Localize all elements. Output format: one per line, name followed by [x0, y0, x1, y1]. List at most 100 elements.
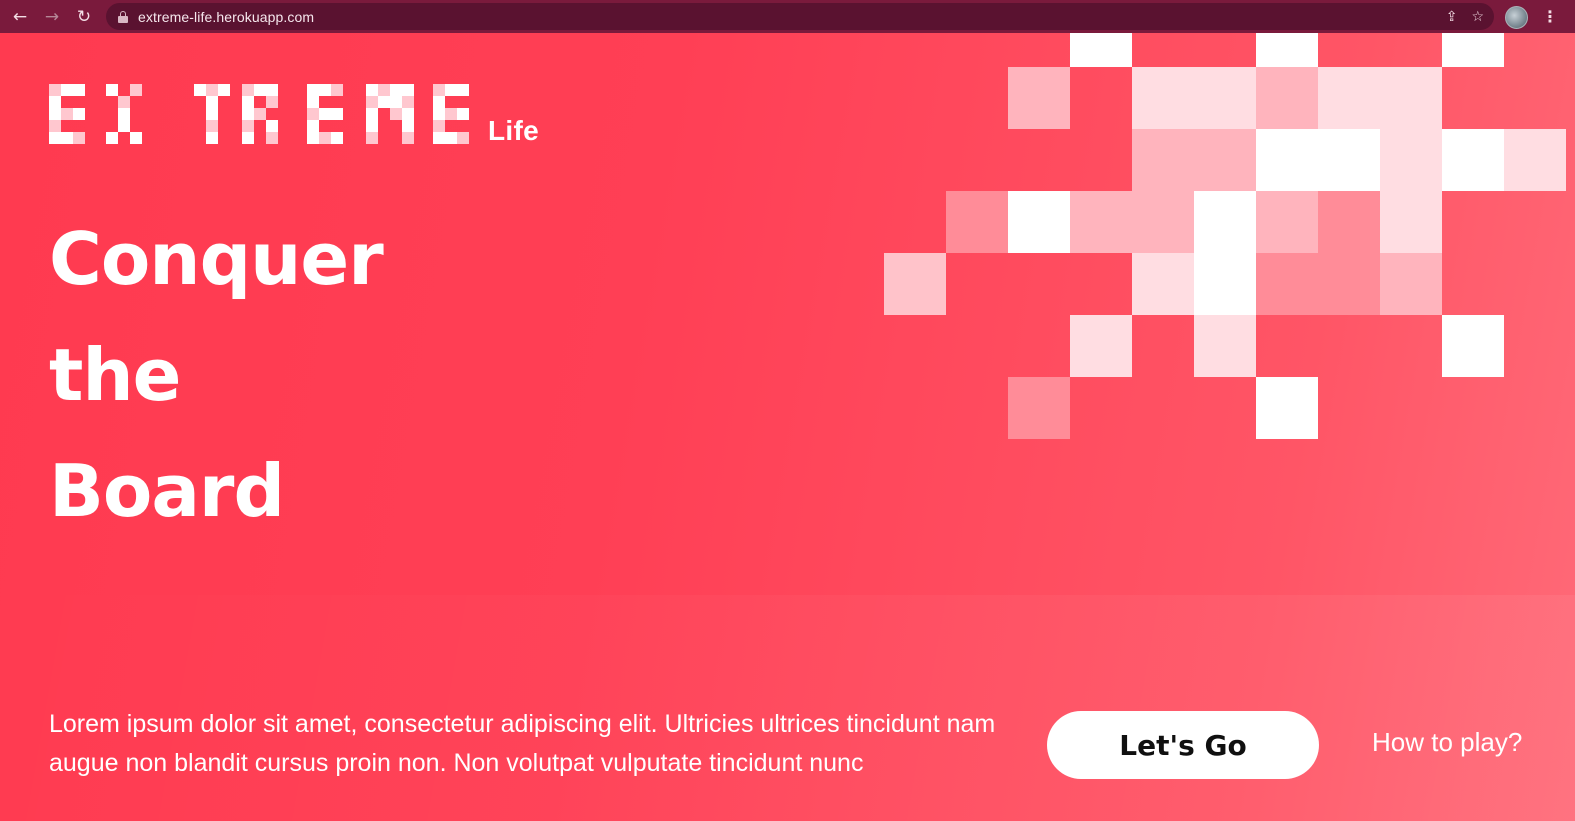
pixel-tile: [1380, 191, 1442, 253]
logo-pixel: [49, 120, 61, 132]
pixel-tile: [1008, 67, 1070, 129]
logo-pixel: [206, 96, 218, 108]
logo-pixel: [218, 84, 230, 96]
reload-button[interactable]: ↻: [68, 0, 100, 33]
logo-pixel: [266, 120, 278, 132]
logo-pixel: [445, 84, 457, 96]
pixel-tile: [1194, 253, 1256, 315]
logo-pixel: [118, 108, 130, 120]
logo-pixel: [319, 108, 331, 120]
logo: [49, 84, 539, 146]
pixel-tile: [1318, 191, 1380, 253]
how-to-play-link[interactable]: How to play?: [1372, 727, 1522, 758]
logo-pixel: [402, 132, 414, 144]
logo-pixel: [49, 132, 61, 144]
logo-pixel: [49, 96, 61, 108]
logo-pixel: [242, 108, 254, 120]
pixel-tile: [1256, 253, 1318, 315]
logo-pixel: [366, 132, 378, 144]
logo-pixel: [242, 96, 254, 108]
pixel-tile: [1132, 253, 1194, 315]
lets-go-button[interactable]: Let's Go: [1047, 711, 1319, 779]
logo-pixel: [266, 84, 278, 96]
back-button[interactable]: ←: [4, 0, 36, 33]
logo-pixel: [61, 108, 73, 120]
pixel-tile: [946, 191, 1008, 253]
logo-pixel: [366, 108, 378, 120]
headline-line-3: Board: [49, 449, 285, 533]
logo-pixel: [433, 108, 445, 120]
pixel-tile: [1194, 67, 1256, 129]
pixel-tile: [1256, 67, 1318, 129]
logo-pixel: [457, 108, 469, 120]
pixel-tile: [1256, 377, 1318, 439]
logo-pixel: [433, 132, 445, 144]
logo-pixel: [242, 84, 254, 96]
logo-pixel: [266, 132, 278, 144]
star-icon[interactable]: ☆: [1471, 9, 1484, 25]
pixel-tile: [1070, 315, 1132, 377]
pixel-tile: [1442, 129, 1504, 191]
pixel-tile: [1380, 253, 1442, 315]
logo-pixel: [130, 84, 142, 96]
pixel-tile: [1194, 191, 1256, 253]
logo-pixel: [49, 108, 61, 120]
forward-button[interactable]: →: [36, 0, 68, 33]
logo-pixel: [106, 132, 118, 144]
pixel-tile: [1132, 129, 1194, 191]
logo-pixel: [366, 120, 378, 132]
pixel-tile: [1008, 191, 1070, 253]
logo-pixel: [378, 96, 390, 108]
browser-toolbar: ← → ↻ extreme-life.herokuapp.com ⇪ ☆ ⋮: [0, 0, 1575, 33]
logo-pixel: [206, 120, 218, 132]
share-icon[interactable]: ⇪: [1446, 9, 1458, 25]
logo-pixel: [390, 108, 402, 120]
pixel-tile: [1132, 67, 1194, 129]
logo-pixel: [307, 96, 319, 108]
logo-pixel: [118, 96, 130, 108]
pixel-tile: [1008, 377, 1070, 439]
logo-pixel: [331, 84, 343, 96]
logo-pixel: [366, 84, 378, 96]
logo-pixel: [378, 84, 390, 96]
address-bar[interactable]: extreme-life.herokuapp.com ⇪ ☆: [106, 3, 1494, 30]
avatar[interactable]: [1505, 6, 1528, 29]
pixel-tile: [1132, 191, 1194, 253]
logo-pixel: [402, 108, 414, 120]
logo-pixel: [130, 132, 142, 144]
logo-pixel: [242, 132, 254, 144]
pixel-tile: [1442, 33, 1504, 67]
logo-pixel: [206, 132, 218, 144]
pixel-tile: [1318, 253, 1380, 315]
url-text: extreme-life.herokuapp.com: [138, 8, 315, 25]
kebab-icon[interactable]: ⋮: [1540, 0, 1560, 33]
lock-icon: [118, 10, 128, 23]
logo-pixel: [457, 84, 469, 96]
logo-pixel: [445, 108, 457, 120]
pixel-tile: [1194, 129, 1256, 191]
logo-pixel: [319, 84, 331, 96]
logo-pixel: [206, 84, 218, 96]
logo-pixel: [402, 120, 414, 132]
pixel-tile: [1070, 191, 1132, 253]
reload-icon: ↻: [76, 6, 92, 27]
logo-pixel: [331, 108, 343, 120]
pixel-tile: [1318, 67, 1380, 129]
logo-pixel: [366, 96, 378, 108]
logo-pixel: [307, 84, 319, 96]
pixel-tile: [1070, 33, 1132, 67]
pixel-tile: [1256, 33, 1318, 67]
logo-pixel: [457, 132, 469, 144]
logo-pixel: [194, 84, 206, 96]
logo-pixel: [206, 108, 218, 120]
logo-pixel: [390, 96, 402, 108]
logo-pixel: [307, 108, 319, 120]
pixel-tile: [1442, 315, 1504, 377]
logo-pixel: [402, 84, 414, 96]
logo-pixel: [331, 132, 343, 144]
logo-pixel: [49, 84, 61, 96]
logo-pixel: [433, 96, 445, 108]
arrow-left-icon: ←: [12, 6, 28, 27]
logo-pixel: [254, 108, 266, 120]
pixel-tile: [1380, 67, 1442, 129]
